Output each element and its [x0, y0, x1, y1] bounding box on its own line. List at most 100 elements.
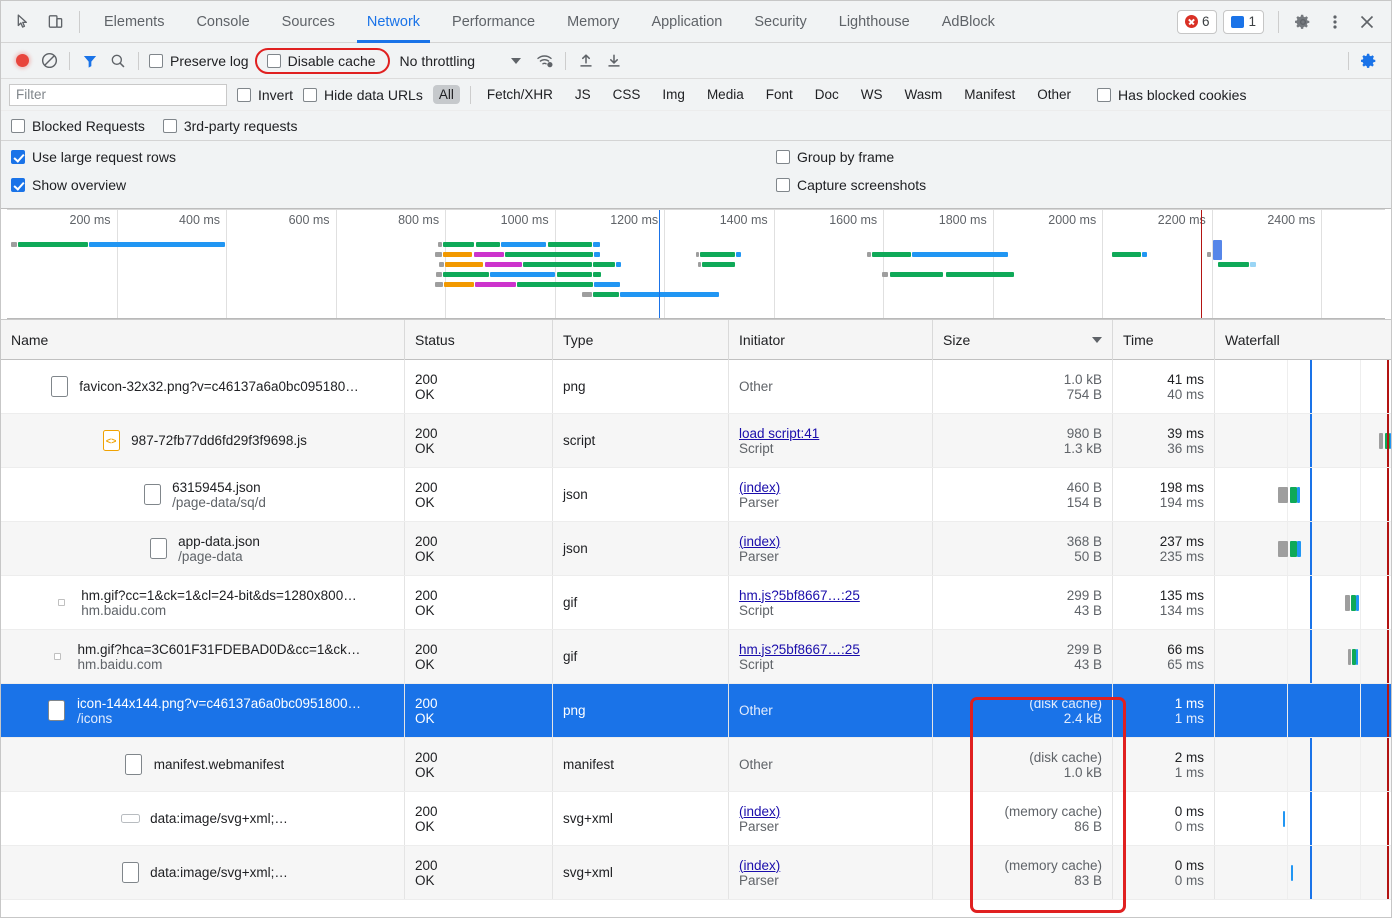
message-count-badge[interactable]: 1 [1223, 10, 1264, 34]
initiator-link[interactable]: hm.js?5bf8667…:25 [739, 588, 922, 603]
filter-input[interactable] [9, 84, 227, 106]
cell-waterfall[interactable] [1215, 630, 1391, 683]
column-header-size[interactable]: Size [933, 320, 1113, 360]
cell-waterfall[interactable] [1215, 360, 1391, 413]
hide-data-urls-checkbox[interactable]: Hide data URLs [303, 87, 423, 103]
inspect-cursor-icon[interactable] [7, 7, 39, 37]
blocked-requests-checkbox[interactable]: Blocked Requests [11, 118, 145, 134]
column-header-time[interactable]: Time [1113, 320, 1215, 360]
checkbox-box[interactable] [11, 178, 25, 192]
tab-console[interactable]: Console [180, 1, 265, 43]
cell-name[interactable]: app-data.json/page-data [1, 522, 405, 575]
initiator-link[interactable]: (index) [739, 804, 922, 819]
record-button[interactable] [9, 48, 35, 74]
cell-name[interactable]: favicon-32x32.png?v=c46137a6a0bc095180… [1, 360, 405, 413]
cell-waterfall[interactable] [1215, 792, 1391, 845]
capture-screenshots-checkbox[interactable]: Capture screenshots [776, 177, 926, 193]
device-toolbar-icon[interactable] [39, 7, 71, 37]
tab-security[interactable]: Security [738, 1, 822, 43]
clear-button[interactable] [35, 48, 63, 74]
cell-waterfall[interactable] [1215, 522, 1391, 575]
column-header-type[interactable]: Type [553, 320, 729, 360]
checkbox-box[interactable] [149, 54, 163, 68]
table-row[interactable]: manifest.webmanifest200OKmanifestOther(d… [1, 738, 1391, 792]
cell-name[interactable]: 63159454.json/page-data/sq/d [1, 468, 405, 521]
initiator-link[interactable]: (index) [739, 480, 922, 495]
throttling-select[interactable]: No throttling [400, 53, 521, 69]
tab-lighthouse[interactable]: Lighthouse [823, 1, 926, 43]
table-row[interactable]: app-data.json/page-data200OKjson(index)P… [1, 522, 1391, 576]
cell-name[interactable]: data:image/svg+xml;… [1, 792, 405, 845]
import-har-icon[interactable] [572, 48, 600, 74]
table-row[interactable]: data:image/svg+xml;…200OKsvg+xml(index)P… [1, 846, 1391, 900]
wifi-settings-icon[interactable] [531, 48, 559, 74]
tab-application[interactable]: Application [635, 1, 738, 43]
checkbox-box[interactable] [303, 88, 317, 102]
cell-waterfall[interactable] [1215, 846, 1391, 899]
column-header-initiator[interactable]: Initiator [729, 320, 933, 360]
resource-type-media[interactable]: Media [701, 85, 750, 104]
tab-sources[interactable]: Sources [266, 1, 351, 43]
cell-name[interactable]: data:image/svg+xml;… [1, 846, 405, 899]
filter-funnel-icon[interactable] [76, 48, 104, 74]
tab-memory[interactable]: Memory [551, 1, 635, 43]
checkbox-box[interactable] [1097, 88, 1111, 102]
tab-performance[interactable]: Performance [436, 1, 551, 43]
close-icon[interactable] [1351, 7, 1383, 37]
checkbox-box[interactable] [267, 54, 281, 68]
initiator-link[interactable]: load script:41 [739, 426, 922, 441]
preserve-log-checkbox[interactable]: Preserve log [149, 53, 249, 69]
tab-adblock[interactable]: AdBlock [926, 1, 1011, 43]
export-har-icon[interactable] [600, 48, 628, 74]
column-header-waterfall[interactable]: Waterfall [1215, 320, 1391, 360]
table-row[interactable]: <>987-72fb77dd6fd29f3f9698.js200OKscript… [1, 414, 1391, 468]
cell-name[interactable]: <>987-72fb77dd6fd29f3f9698.js [1, 414, 405, 467]
show-overview-checkbox[interactable]: Show overview [11, 177, 176, 193]
resource-type-manifest[interactable]: Manifest [958, 85, 1021, 104]
resource-type-font[interactable]: Font [760, 85, 799, 104]
resource-type-img[interactable]: Img [656, 85, 691, 104]
checkbox-box[interactable] [163, 119, 177, 133]
chevron-down-icon[interactable] [511, 58, 521, 64]
overview-selected-request[interactable] [1213, 240, 1222, 260]
kebab-menu-icon[interactable] [1319, 7, 1351, 37]
resource-type-js[interactable]: JS [569, 85, 597, 104]
resource-type-doc[interactable]: Doc [809, 85, 845, 104]
disable-cache-checkbox[interactable]: Disable cache [267, 53, 376, 69]
group-by-frame-checkbox[interactable]: Group by frame [776, 149, 926, 165]
table-row[interactable]: data:image/svg+xml;…200OKsvg+xml(index)P… [1, 792, 1391, 846]
initiator-link[interactable]: (index) [739, 858, 922, 873]
use-large-request-rows-checkbox[interactable]: Use large request rows [11, 149, 176, 165]
cell-waterfall[interactable] [1215, 576, 1391, 629]
resource-type-wasm[interactable]: Wasm [899, 85, 949, 104]
cell-waterfall[interactable] [1215, 684, 1391, 737]
column-header-status[interactable]: Status [405, 320, 553, 360]
tab-elements[interactable]: Elements [88, 1, 180, 43]
checkbox-box[interactable] [776, 150, 790, 164]
resource-type-all[interactable]: All [433, 85, 460, 104]
cell-waterfall[interactable] [1215, 468, 1391, 521]
gear-icon[interactable] [1287, 7, 1319, 37]
column-header-name[interactable]: Name [1, 320, 405, 360]
table-row[interactable]: 63159454.json/page-data/sq/d200OKjson(in… [1, 468, 1391, 522]
table-row[interactable]: hm.gif?cc=1&ck=1&cl=24-bit&ds=1280x800…h… [1, 576, 1391, 630]
table-row[interactable]: favicon-32x32.png?v=c46137a6a0bc095180…2… [1, 360, 1391, 414]
cell-name[interactable]: icon-144x144.png?v=c46137a6a0bc0951800…/… [1, 684, 405, 737]
network-overview-timeline[interactable]: 200 ms400 ms600 ms800 ms1000 ms1200 ms14… [7, 209, 1385, 319]
cell-name[interactable]: manifest.webmanifest [1, 738, 405, 791]
resource-type-ws[interactable]: WS [855, 85, 889, 104]
checkbox-box[interactable] [776, 178, 790, 192]
tab-network[interactable]: Network [351, 1, 436, 43]
resource-type-css[interactable]: CSS [607, 85, 647, 104]
cell-name[interactable]: hm.gif?cc=1&ck=1&cl=24-bit&ds=1280x800…h… [1, 576, 405, 629]
resource-type-other[interactable]: Other [1031, 85, 1077, 104]
search-icon[interactable] [104, 48, 132, 74]
cell-waterfall[interactable] [1215, 738, 1391, 791]
has-blocked-cookies-checkbox[interactable]: Has blocked cookies [1097, 87, 1246, 103]
table-row[interactable]: icon-144x144.png?v=c46137a6a0bc0951800…/… [1, 684, 1391, 738]
resource-type-fetch-xhr[interactable]: Fetch/XHR [481, 85, 559, 104]
initiator-link[interactable]: hm.js?5bf8667…:25 [739, 642, 922, 657]
table-row[interactable]: hm.gif?hca=3C601F31FDEBAD0D&cc=1&ck…hm.b… [1, 630, 1391, 684]
initiator-link[interactable]: (index) [739, 534, 922, 549]
invert-checkbox[interactable]: Invert [237, 87, 293, 103]
